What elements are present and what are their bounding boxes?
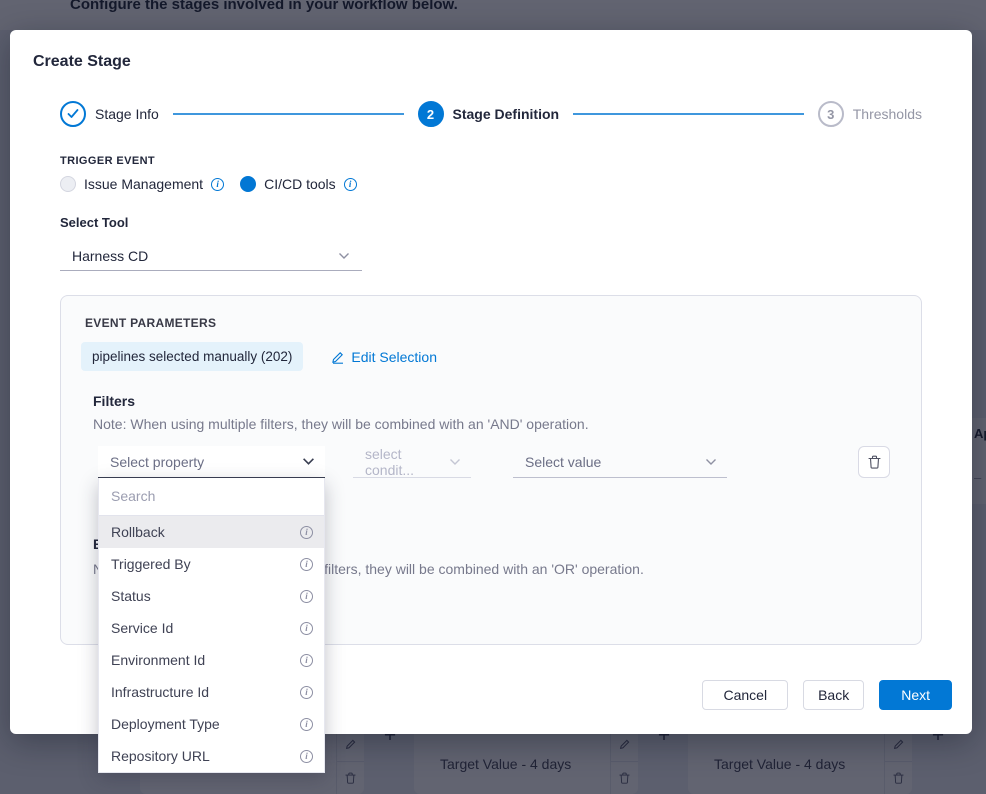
menu-item-label: Repository URL <box>111 748 210 764</box>
dropdown-search <box>99 478 324 516</box>
property-select-wrap: Select property Rollback i Triggered By … <box>98 446 325 478</box>
menu-item-status[interactable]: Status i <box>99 580 324 612</box>
value-select[interactable]: Select value <box>513 446 727 478</box>
next-button[interactable]: Next <box>879 680 952 710</box>
radio-label: CI/CD tools <box>264 176 336 192</box>
modal-footer: Cancel Back Next <box>702 680 952 710</box>
property-select[interactable]: Select property <box>98 446 325 478</box>
radio-issue-management[interactable]: Issue Management i <box>60 176 224 192</box>
trigger-event-label: TRIGGER EVENT <box>60 155 972 167</box>
step-label: Thresholds <box>853 106 922 122</box>
pencil-icon <box>331 350 345 364</box>
menu-item-triggered-by[interactable]: Triggered By i <box>99 548 324 580</box>
select-tool-label: Select Tool <box>60 215 972 230</box>
info-icon[interactable]: i <box>300 622 313 635</box>
stepper: Stage Info 2 Stage Definition 3 Threshol… <box>60 101 922 127</box>
delete-filter-button[interactable] <box>858 446 890 478</box>
step-thresholds[interactable]: 3 Thresholds <box>818 101 922 127</box>
filter-row: Select property Rollback i Triggered By … <box>98 446 890 478</box>
value-select-placeholder: Select value <box>525 454 601 470</box>
condition-select-placeholder: select condit... <box>365 446 449 478</box>
edit-selection-label: Edit Selection <box>351 349 437 365</box>
pipeline-selection-row: pipelines selected manually (202) Edit S… <box>81 342 921 371</box>
menu-item-label: Infrastructure Id <box>111 684 209 700</box>
menu-item-environment-id[interactable]: Environment Id i <box>99 644 324 676</box>
chevron-down-icon <box>705 458 717 466</box>
menu-item-label: Deployment Type <box>111 716 220 732</box>
selection-badge: pipelines selected manually (202) <box>81 342 303 371</box>
stepper-connector <box>173 113 404 115</box>
chevron-down-icon <box>338 252 350 260</box>
info-icon[interactable]: i <box>300 654 313 667</box>
search-input[interactable] <box>111 488 312 504</box>
menu-item-rollback[interactable]: Rollback i <box>99 516 324 548</box>
step-number: 2 <box>418 101 444 127</box>
menu-item-infrastructure-id[interactable]: Infrastructure Id i <box>99 676 324 708</box>
info-icon[interactable]: i <box>300 590 313 603</box>
chevron-down-icon <box>449 458 461 466</box>
trash-icon <box>868 455 881 469</box>
tool-select-dropdown[interactable]: Harness CD <box>60 241 362 271</box>
radio-icon[interactable] <box>240 176 256 192</box>
tool-select-value: Harness CD <box>72 248 148 264</box>
info-icon[interactable]: i <box>211 178 224 191</box>
menu-item-label: Triggered By <box>111 556 191 572</box>
property-dropdown-menu: Rollback i Triggered By i Status i Servi… <box>98 478 325 773</box>
info-icon[interactable]: i <box>300 558 313 571</box>
radio-icon[interactable] <box>60 176 76 192</box>
menu-item-label: Rollback <box>111 524 165 540</box>
radio-cicd-tools[interactable]: CI/CD tools i <box>240 176 357 192</box>
filters-title: Filters <box>93 393 921 409</box>
menu-item-label: Status <box>111 588 151 604</box>
back-button[interactable]: Back <box>803 680 864 710</box>
cancel-button[interactable]: Cancel <box>702 680 788 710</box>
info-icon[interactable]: i <box>344 178 357 191</box>
info-icon[interactable]: i <box>300 686 313 699</box>
menu-item-label: Service Id <box>111 620 173 636</box>
step-label: Stage Info <box>95 106 159 122</box>
stepper-connector <box>573 113 804 115</box>
filters-note: Note: When using multiple filters, they … <box>93 416 921 432</box>
chevron-down-icon <box>302 457 315 466</box>
condition-select[interactable]: select condit... <box>353 446 471 478</box>
check-icon <box>60 101 86 127</box>
step-number: 3 <box>818 101 844 127</box>
info-icon[interactable]: i <box>300 750 313 763</box>
radio-label: Issue Management <box>84 176 203 192</box>
menu-item-repository-url[interactable]: Repository URL i <box>99 740 324 772</box>
property-select-placeholder: Select property <box>110 454 204 470</box>
menu-item-deployment-type[interactable]: Deployment Type i <box>99 708 324 740</box>
create-stage-modal: Create Stage Stage Info 2 Stage Definiti… <box>10 30 972 734</box>
event-parameters-title: EVENT PARAMETERS <box>85 316 921 330</box>
menu-item-service-id[interactable]: Service Id i <box>99 612 324 644</box>
trigger-event-options: Issue Management i CI/CD tools i <box>60 176 972 192</box>
modal-title: Create Stage <box>33 53 972 71</box>
step-label: Stage Definition <box>453 106 560 122</box>
info-icon[interactable]: i <box>300 718 313 731</box>
step-stage-definition[interactable]: 2 Stage Definition <box>418 101 560 127</box>
edit-selection-link[interactable]: Edit Selection <box>331 349 437 365</box>
event-parameters-panel: EVENT PARAMETERS pipelines selected manu… <box>60 295 922 645</box>
step-stage-info[interactable]: Stage Info <box>60 101 159 127</box>
info-icon[interactable]: i <box>300 526 313 539</box>
menu-item-label: Environment Id <box>111 652 205 668</box>
